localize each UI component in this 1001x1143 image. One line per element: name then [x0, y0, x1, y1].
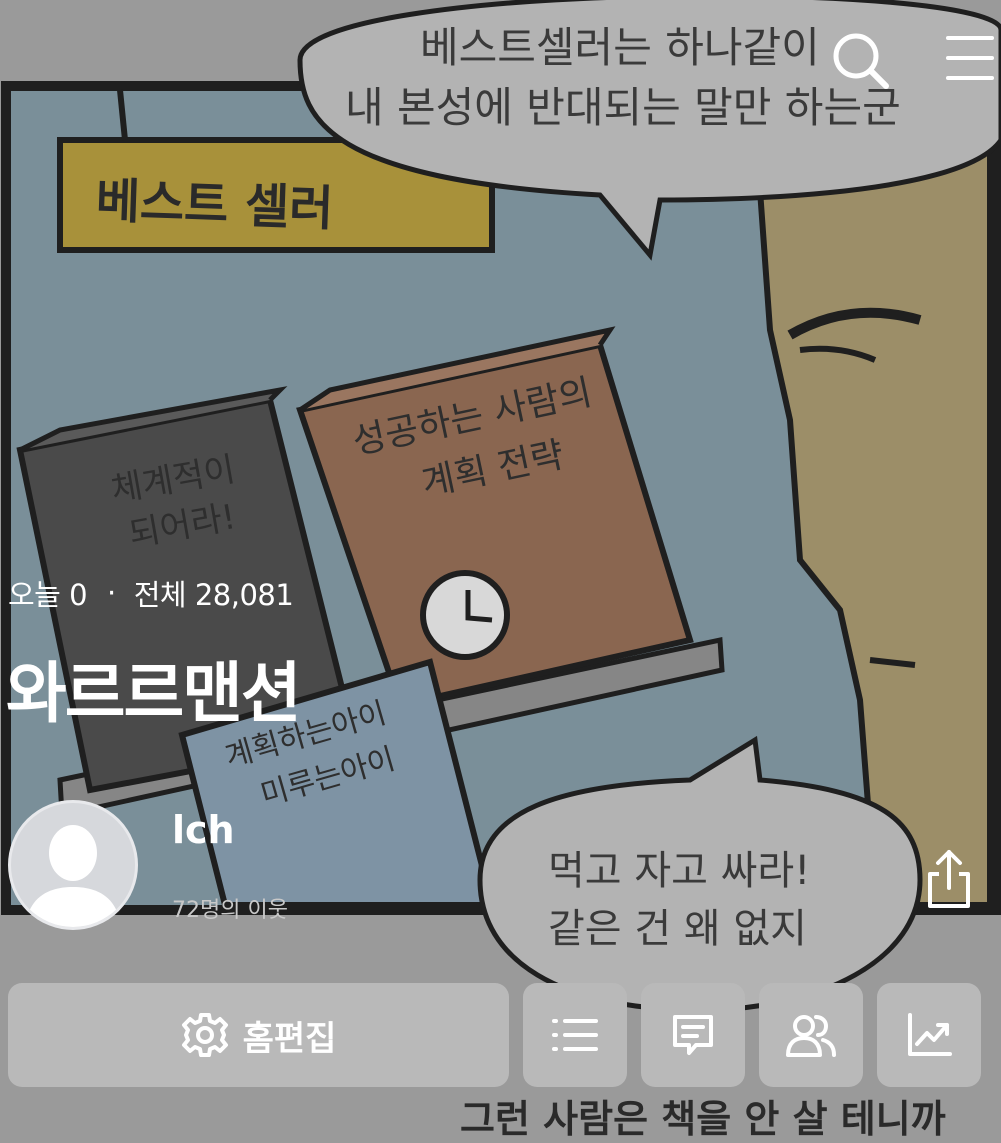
comic-bubble-line: 먹고 자고 싸라! [548, 848, 811, 894]
list-icon [552, 1019, 598, 1051]
menu-button[interactable] [944, 32, 994, 84]
blog-home-screen: 베스트셀러는 하나같이 내 본성에 반대되는 말만 하는군 베스트 셀러 체계적… [0, 0, 1001, 1142]
comic-sign-text: 베스트 셀러 [94, 172, 335, 238]
message-icon [673, 1015, 713, 1055]
people-icon [786, 1015, 836, 1057]
owner-name[interactable]: lch [172, 808, 235, 852]
comic-bubble-line: 내 본성에 반대되는 말만 하는군 [345, 83, 901, 132]
comic-caption: 그런 사람은 책을 안 살 테니까 [460, 1097, 946, 1141]
visitor-stats: 오늘 0 · 전체 28,081 [8, 572, 294, 614]
post-list-button[interactable] [523, 983, 627, 1087]
share-button[interactable] [922, 848, 976, 910]
person-silhouette-icon [25, 825, 121, 927]
guestbook-button[interactable] [641, 983, 745, 1087]
comic-bubble-line: 베스트셀러는 하나같이 [420, 23, 820, 72]
menu-icon [946, 36, 994, 80]
edit-home-button[interactable]: 홈편집 [8, 983, 509, 1087]
search-icon [833, 33, 889, 89]
search-button[interactable] [830, 30, 890, 90]
avatar[interactable] [8, 800, 138, 930]
neighbor-count[interactable]: 72명의 이웃 [172, 892, 288, 924]
neighbors-button[interactable] [759, 983, 863, 1087]
total-count: 전체 28,081 [133, 578, 294, 612]
edit-home-label: 홈편집 [242, 1018, 337, 1059]
comic-bubble-line: 같은 건 왜 없지 [548, 906, 807, 952]
today-count: 오늘 0 [8, 578, 88, 612]
blog-title: 와르르맨션 [6, 655, 302, 732]
share-icon [928, 850, 970, 908]
separator-dot: · [107, 576, 116, 610]
gear-icon [181, 1013, 228, 1057]
chart-icon [908, 1013, 952, 1056]
statistics-button[interactable] [877, 983, 981, 1087]
